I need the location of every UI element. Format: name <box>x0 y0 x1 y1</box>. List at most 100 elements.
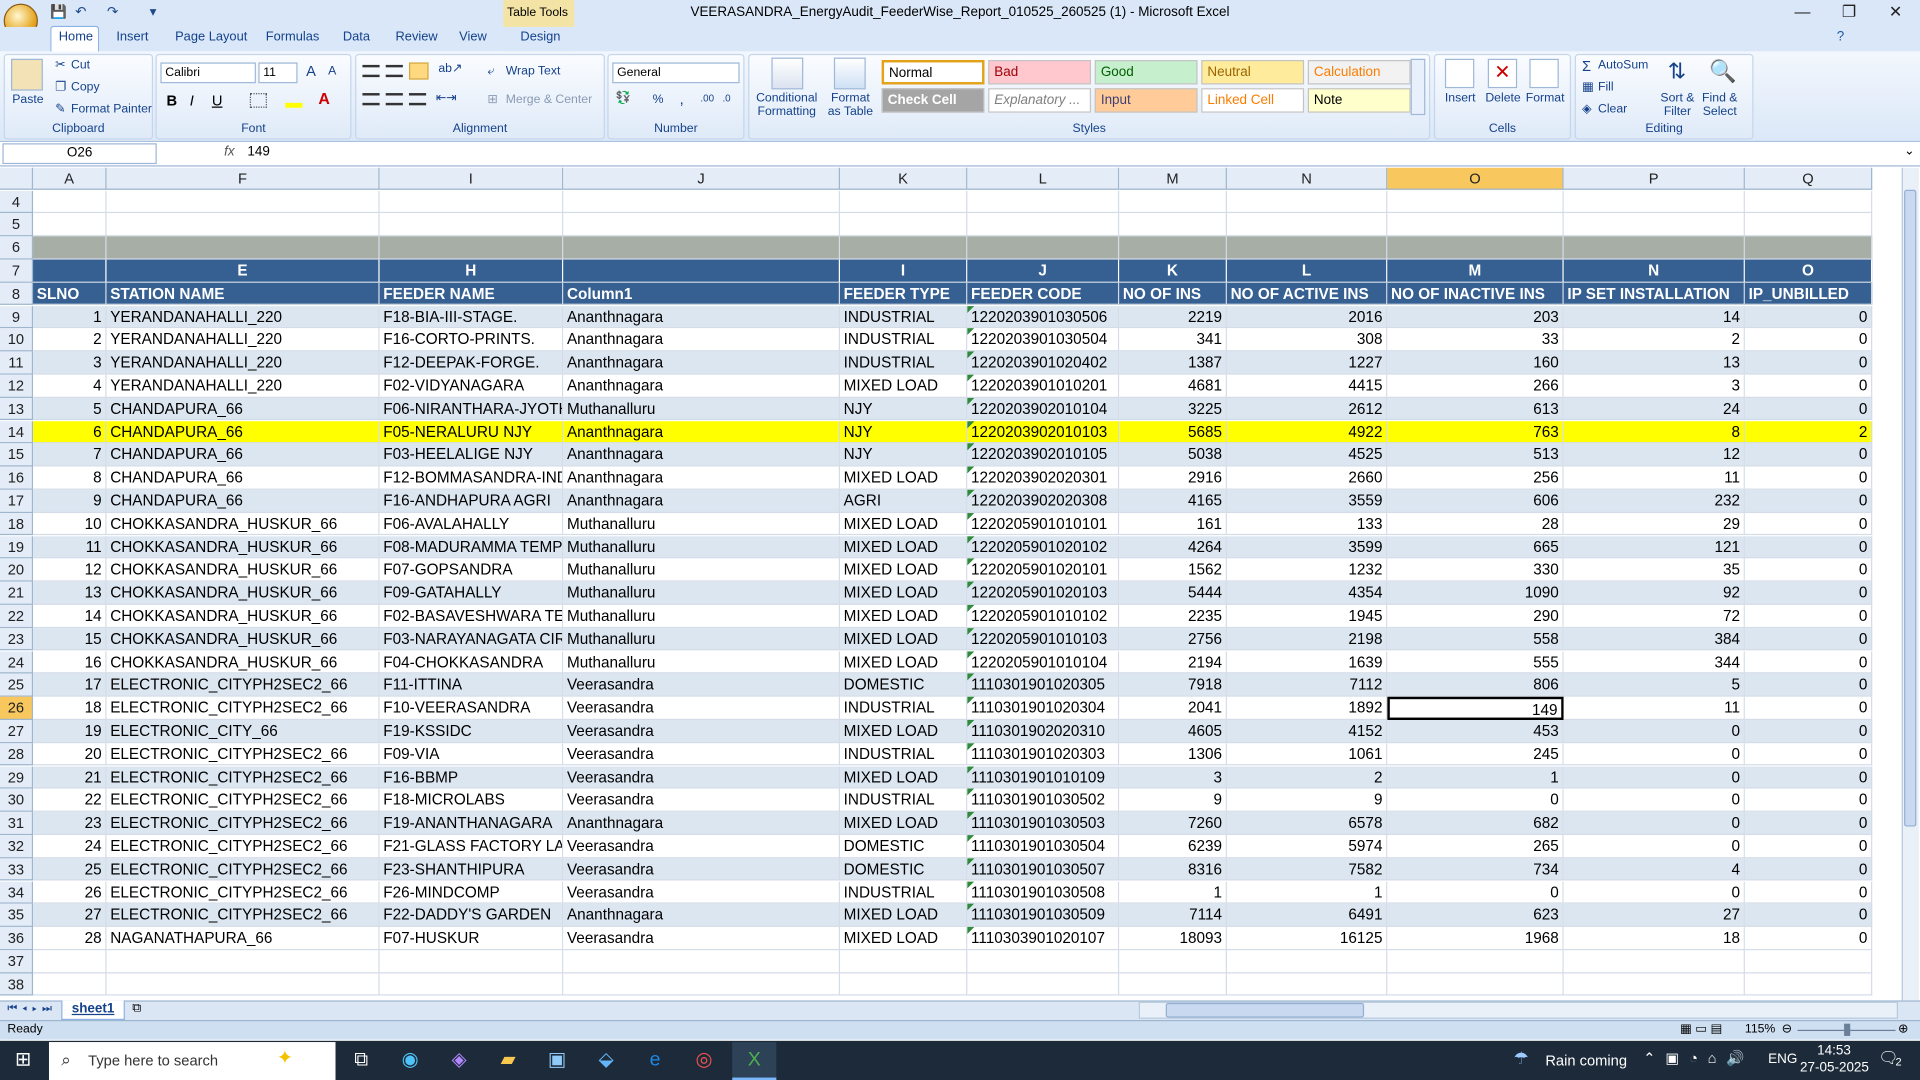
table-cell[interactable]: 0 <box>1744 765 1873 789</box>
table-cell[interactable]: 6239 <box>1119 834 1227 858</box>
wrap-text-button[interactable]: Wrap Text <box>506 65 561 78</box>
weather-text[interactable]: Rain coming <box>1545 1052 1627 1069</box>
cell-F6[interactable] <box>106 236 380 260</box>
table-cell[interactable]: 1090 <box>1387 581 1564 605</box>
table-cell[interactable]: 1220205901010103 <box>967 627 1120 651</box>
table-cell[interactable]: MIXED LOAD <box>840 719 968 743</box>
row-header-14[interactable]: 14 <box>0 420 34 444</box>
cell-A5[interactable] <box>33 213 107 237</box>
decrease-decimal-icon[interactable]: .0 <box>722 93 730 104</box>
name-box[interactable]: O26 <box>2 143 157 165</box>
table-cell[interactable]: 1110301901030503 <box>967 811 1120 835</box>
bold-button[interactable]: B <box>167 92 178 109</box>
cell-L38[interactable] <box>967 973 1120 997</box>
align-middle-icon[interactable] <box>385 64 403 78</box>
cell-F5[interactable] <box>106 213 380 237</box>
formula-input[interactable]: 149 <box>247 144 269 159</box>
table-cell[interactable]: MIXED LOAD <box>840 466 968 490</box>
table-cell[interactable]: 0 <box>1744 351 1873 375</box>
cell-Q37[interactable] <box>1744 950 1873 974</box>
table-cell[interactable]: MIXED LOAD <box>840 811 968 835</box>
table-cell[interactable]: 0 <box>1563 834 1745 858</box>
currency-icon[interactable]: 💱 <box>616 92 631 105</box>
binoculars-icon[interactable]: 🔍 <box>1709 59 1736 85</box>
sheet-nav-icons[interactable]: ⏮◂▸⏭ <box>7 1002 56 1015</box>
header-cell[interactable]: SLNO <box>33 282 107 306</box>
table-cell[interactable]: Veerasandra <box>563 673 841 697</box>
table-cell[interactable]: 1227 <box>1226 351 1388 375</box>
table-cell[interactable]: YERANDANAHALLI_220 <box>106 374 380 398</box>
table-cell[interactable]: 806 <box>1387 673 1564 697</box>
tab-formulas[interactable]: Formulas <box>266 29 320 44</box>
table-cell[interactable]: 6578 <box>1226 811 1388 835</box>
table-cell[interactable]: F10-VEERASANDRA <box>379 696 564 720</box>
row-header-10[interactable]: 10 <box>0 328 34 352</box>
column-header-L[interactable]: L <box>967 167 1120 190</box>
table-cell[interactable]: 0 <box>1563 788 1745 812</box>
orientation-icon[interactable]: ab↗ <box>438 62 462 75</box>
table-cell[interactable]: F11-ITTINA <box>379 673 564 697</box>
tab-design[interactable]: Design <box>520 29 560 44</box>
table-cell[interactable]: 555 <box>1387 650 1564 674</box>
vertical-scroll-thumb[interactable] <box>1904 189 1917 827</box>
font-name-select[interactable]: Calibri <box>160 62 256 84</box>
table-cell[interactable]: F16-ANDHAPURA AGRI <box>379 489 564 513</box>
table-cell[interactable]: MIXED LOAD <box>840 904 968 928</box>
table-cell[interactable]: 453 <box>1387 719 1564 743</box>
cell-P37[interactable] <box>1563 950 1745 974</box>
merge-center-button[interactable]: Merge & Center <box>506 93 592 106</box>
table-cell[interactable]: CHANDAPURA_66 <box>106 443 380 467</box>
cell-A38[interactable] <box>33 973 107 997</box>
header-cell[interactable]: Column1 <box>563 282 841 306</box>
conditional-formatting-icon[interactable] <box>771 57 804 90</box>
column-header-F[interactable]: F <box>106 167 380 190</box>
italic-button[interactable]: I <box>190 92 194 109</box>
table-cell[interactable]: 1110303901020107 <box>967 927 1120 951</box>
table-cell[interactable]: Ananthnagara <box>563 443 841 467</box>
cell-O4[interactable] <box>1387 190 1564 214</box>
table-cell[interactable]: 18 <box>33 696 107 720</box>
table-cell[interactable]: DOMESTIC <box>840 857 968 882</box>
table-cell[interactable]: 0 <box>1744 673 1873 697</box>
table-cell[interactable]: 7112 <box>1226 673 1388 697</box>
table-cell[interactable]: 0 <box>1744 904 1873 928</box>
table-cell[interactable]: 4354 <box>1226 581 1388 605</box>
table-cell[interactable]: CHOKKASANDRA_HUSKUR_66 <box>106 558 380 582</box>
table-cell[interactable]: 0 <box>1744 788 1873 812</box>
table-cell[interactable]: 1562 <box>1119 558 1227 582</box>
table-cell[interactable]: CHOKKASANDRA_HUSKUR_66 <box>106 650 380 674</box>
table-cell[interactable]: 161 <box>1119 512 1227 536</box>
table-cell[interactable]: 7114 <box>1119 904 1227 928</box>
table-cell[interactable]: 5974 <box>1226 834 1388 858</box>
table-cell[interactable]: 5038 <box>1119 443 1227 467</box>
table-cell[interactable]: MIXED LOAD <box>840 650 968 674</box>
table-cell[interactable]: 0 <box>1563 811 1745 835</box>
redo-icon[interactable]: ↷ <box>104 5 121 20</box>
table-cell[interactable]: 1 <box>1226 881 1388 905</box>
copy-icon[interactable]: ❐ <box>55 81 66 94</box>
column-header-Q[interactable]: Q <box>1744 167 1873 190</box>
table-cell[interactable]: 4 <box>1563 857 1745 882</box>
expand-formula-icon[interactable]: ⌄ <box>1904 144 1914 157</box>
cell-style-row2-2[interactable]: Input <box>1094 88 1198 113</box>
table-cell[interactable]: 33 <box>1387 328 1564 352</box>
store-icon[interactable]: ▣ <box>544 1048 571 1072</box>
edge-icon[interactable]: ◉ <box>397 1048 424 1072</box>
table-cell[interactable]: CHANDAPURA_66 <box>106 397 380 421</box>
row-header-24[interactable]: 24 <box>0 650 34 674</box>
table-cell[interactable]: 1110301902020310 <box>967 719 1120 743</box>
table-cell[interactable]: 4525 <box>1226 443 1388 467</box>
table-cell[interactable]: Ananthnagara <box>563 904 841 928</box>
zoom-slider-thumb[interactable] <box>1844 1023 1851 1036</box>
task-view-icon[interactable]: ⧉ <box>348 1048 375 1072</box>
table-cell[interactable]: 0 <box>1387 881 1564 905</box>
table-cell[interactable]: 2756 <box>1119 627 1227 651</box>
row-header-20[interactable]: 20 <box>0 558 34 582</box>
table-cell[interactable]: 0 <box>1744 627 1873 651</box>
table-cell[interactable]: 0 <box>1744 466 1873 490</box>
row-header-15[interactable]: 15 <box>0 443 34 467</box>
table-cell[interactable]: 4165 <box>1119 489 1227 513</box>
table-cell[interactable]: 2 <box>1226 765 1388 789</box>
table-cell[interactable]: 0 <box>1563 742 1745 766</box>
table-cell[interactable]: Muthanalluru <box>563 650 841 674</box>
